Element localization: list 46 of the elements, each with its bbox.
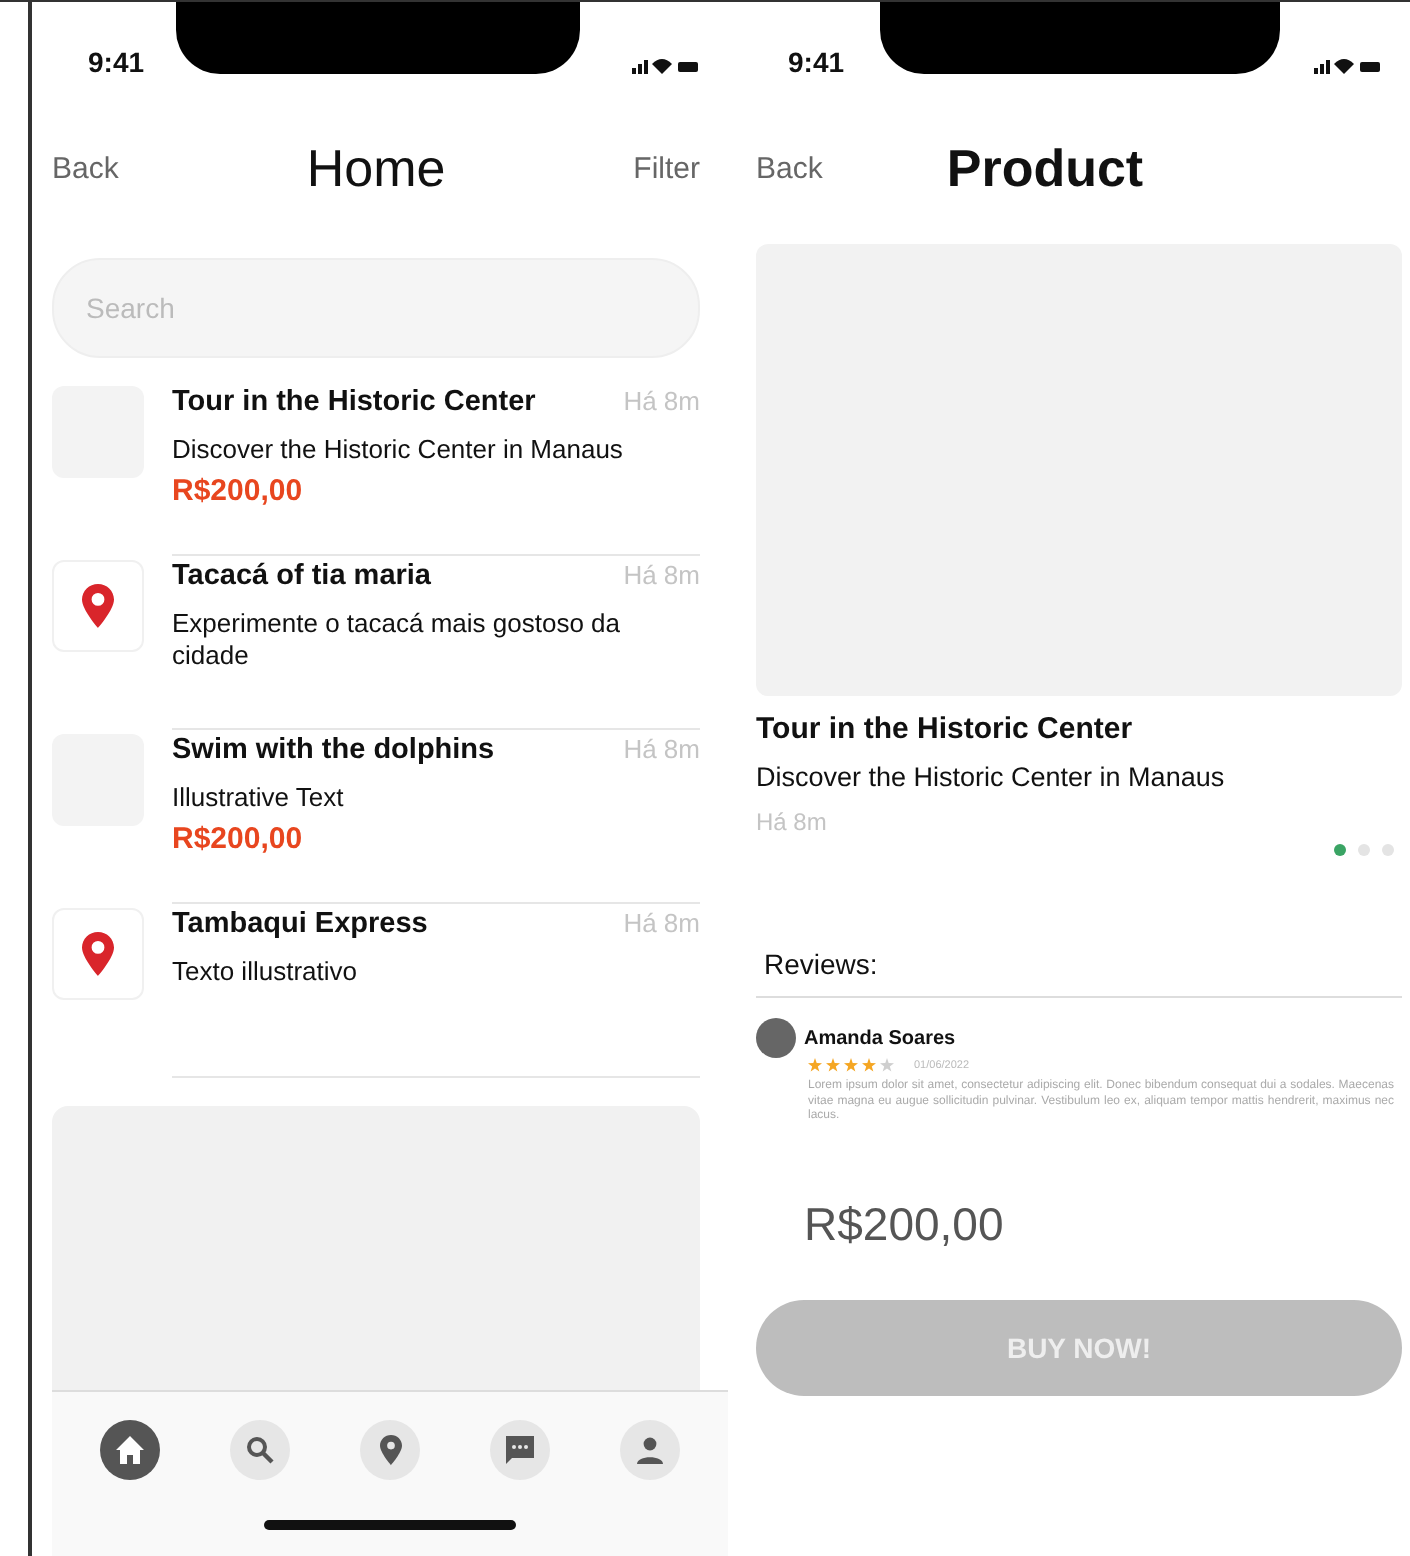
chat-tab[interactable] (490, 1420, 550, 1480)
item-title: Tacacá of tia maria (172, 560, 431, 592)
product-description: Discover the Historic Center in Manaus (756, 762, 1227, 792)
location-pin-icon (82, 932, 114, 976)
location-pin-icon (379, 1434, 401, 1466)
screen-title: Home (306, 137, 446, 199)
review-author: Amanda Soares (804, 1027, 956, 1049)
back-link[interactable]: Back (52, 151, 119, 185)
product-price: R$200,00 (804, 1197, 1006, 1251)
item-description: Illustrative Text (172, 782, 346, 814)
item-price: R$200,00 (172, 474, 305, 508)
item-description: Texto illustrativo (172, 956, 359, 988)
item-time: Há 8m (623, 386, 700, 418)
person-tab[interactable] (620, 1420, 680, 1480)
item-time: Há 8m (623, 734, 700, 766)
item-description: Discover the Historic Center in Manaus (172, 434, 625, 466)
page-dot[interactable] (1334, 844, 1346, 856)
item-title: Swim with the dolphins (172, 734, 495, 766)
reviews-heading: Reviews: (764, 948, 880, 980)
avatar (756, 1018, 796, 1058)
search-tab[interactable] (230, 1420, 290, 1480)
filter-link[interactable]: Filter (633, 151, 700, 185)
pin-tab[interactable] (360, 1420, 420, 1480)
page-dot[interactable] (1382, 844, 1394, 856)
home-tab[interactable] (100, 1420, 160, 1480)
item-title: Tour in the Historic Center (172, 386, 536, 418)
status-icons (632, 56, 700, 76)
person-icon (636, 1436, 664, 1464)
product-title: Tour in the Historic Center (756, 712, 1135, 746)
screen-title: Product (946, 137, 1144, 199)
status-time: 9:41 (88, 46, 145, 78)
home-icon (114, 1434, 146, 1466)
location-pin-icon (82, 584, 114, 628)
item-time: Há 8m (623, 908, 700, 940)
item-title: Tambaqui Express (172, 908, 428, 940)
item-time: Há 8m (623, 560, 700, 592)
item-description: Experimente o tacacá mais gostoso da cidade (172, 608, 623, 672)
status-icons (1314, 56, 1382, 76)
status-time: 9:41 (788, 46, 845, 78)
chat-icon (504, 1434, 536, 1466)
search-icon (246, 1436, 274, 1464)
product-time: Há 8m (756, 808, 829, 836)
page-dot[interactable] (1358, 844, 1370, 856)
search-field[interactable]: Search (52, 258, 700, 358)
item-price: R$200,00 (172, 822, 305, 856)
back-link[interactable]: Back (756, 151, 823, 185)
